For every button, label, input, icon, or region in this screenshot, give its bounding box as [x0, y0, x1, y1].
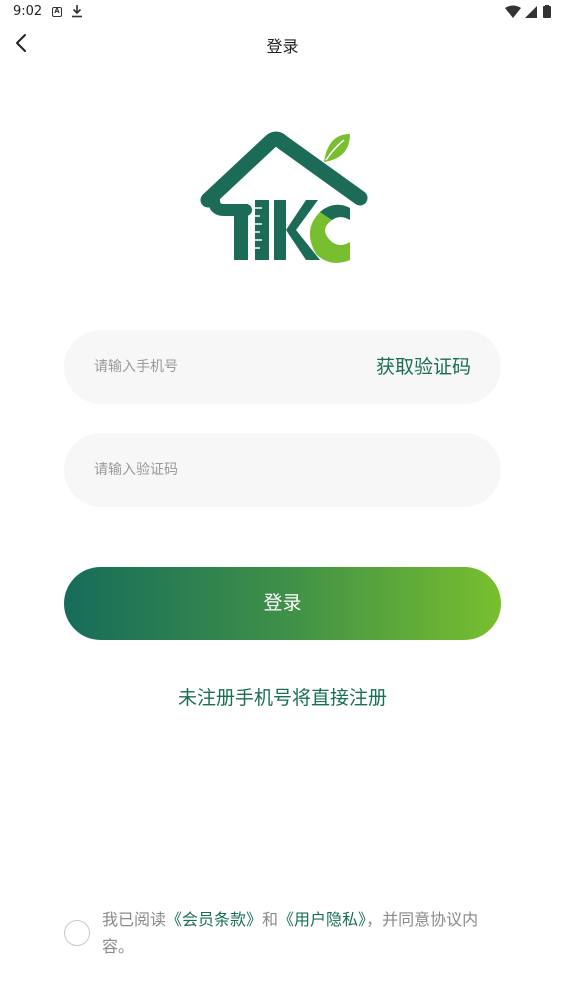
signal-icon [525, 6, 537, 18]
download-icon [72, 5, 82, 18]
system-status-icons [505, 5, 551, 18]
page-title: 登录 [266, 37, 299, 56]
agreement-and: 和 [262, 910, 279, 929]
code-input[interactable] [94, 433, 354, 507]
login-button[interactable]: 登录 [64, 567, 501, 640]
get-code-button[interactable]: 获取验证码 [376, 330, 471, 404]
agreement: 我已阅读《会员条款》和《用户隐私》，并同意协议内容。 [64, 906, 504, 966]
agreement-text: 我已阅读《会员条款》和《用户隐私》，并同意协议内容。 [102, 906, 502, 960]
tkc-logo [200, 131, 368, 263]
notification-a-icon: A [52, 7, 62, 17]
phone-field: 获取验证码 [64, 330, 501, 404]
code-field [64, 433, 501, 507]
battery-icon [543, 6, 551, 18]
phone-input[interactable] [94, 330, 354, 404]
privacy-link[interactable]: 《用户隐私》 [278, 910, 366, 929]
register-hint: 未注册手机号将直接注册 [177, 687, 387, 709]
agreement-prefix: 我已阅读 [102, 910, 167, 929]
status-bar: 9:02 A [0, 0, 565, 24]
nav-bar: 登录 [0, 24, 565, 64]
status-time: 9:02 [13, 4, 43, 19]
agree-checkbox[interactable] [64, 920, 90, 946]
wifi-icon [505, 5, 521, 18]
terms-link[interactable]: 《会员条款》 [166, 910, 262, 929]
